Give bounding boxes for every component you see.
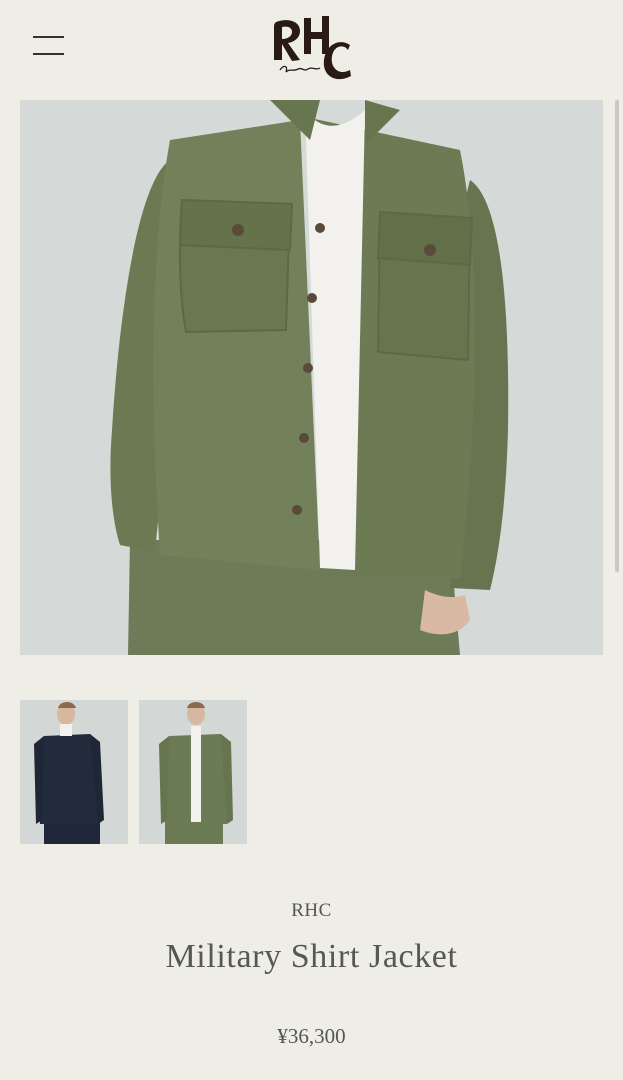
product-page: RHC Military Shirt Jacket ¥36,300 [0,0,623,1080]
main-product-image[interactable] [20,100,603,655]
product-title: Military Shirt Jacket [165,938,458,975]
product-brand: RHC [291,900,332,921]
hamburger-menu-icon[interactable] [33,36,64,56]
olive-jacket-model-photo-icon [139,700,247,844]
product-price: ¥36,300 [277,1024,346,1048]
navy-jacket-model-photo-icon [20,700,128,844]
scrollbar[interactable] [615,100,619,572]
thumbnail-olive[interactable] [139,700,247,844]
thumbnail-navy[interactable] [20,700,128,844]
rhc-logo[interactable] [270,14,354,82]
